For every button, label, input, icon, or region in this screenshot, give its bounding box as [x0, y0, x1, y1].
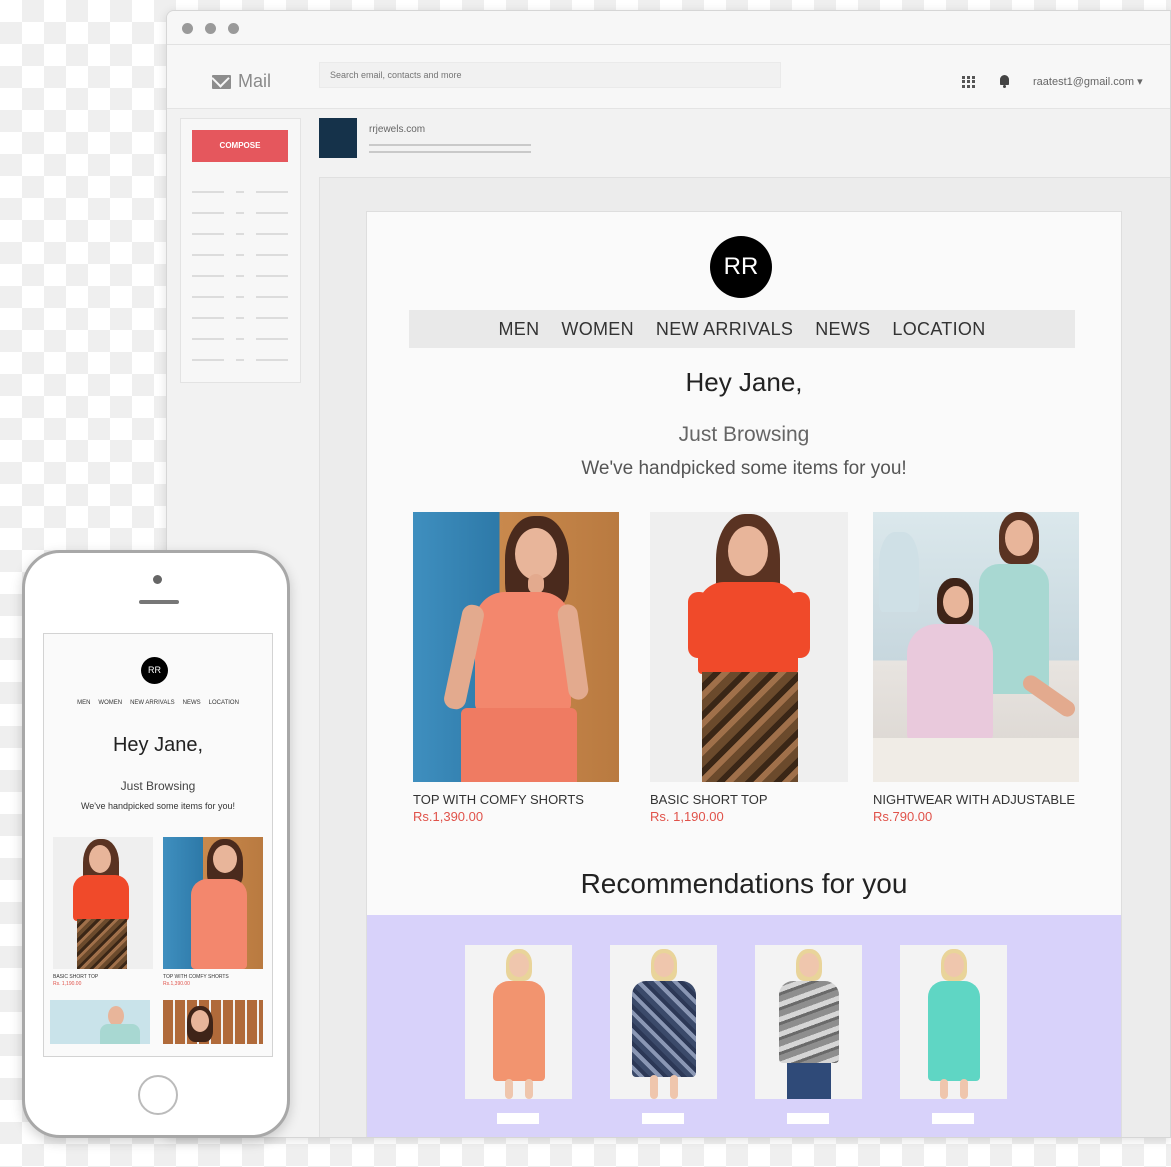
window-titlebar	[167, 11, 1170, 45]
mobile-product-image[interactable]	[163, 1000, 263, 1044]
sidebar-folder[interactable]	[192, 212, 288, 214]
phone-home-button[interactable]	[138, 1075, 178, 1115]
email-body: RR MEN WOMEN NEW ARRIVALS NEWS LOCATION …	[366, 211, 1122, 1137]
phone-mockup: RR MEN WOMEN NEW ARRIVALS NEWS LOCATION …	[22, 550, 290, 1138]
mail-header: Mail raatest1@gmail.com ▾	[167, 45, 1170, 109]
product-name[interactable]: TOP WITH COMFY SHORTS	[413, 792, 619, 807]
recommendation-label[interactable]	[642, 1113, 684, 1124]
browser-window: Mail raatest1@gmail.com ▾ COMPOSE rrjewe…	[166, 10, 1171, 1138]
mobile-product-price: Rs.1,390.00	[163, 981, 190, 987]
sidebar-folder[interactable]	[192, 338, 288, 340]
product-card[interactable]: TOP WITH COMFY SHORTS Rs.1,390.00	[413, 512, 619, 824]
window-control-dot[interactable]	[228, 23, 239, 34]
mobile-nav-item-men[interactable]: MEN	[77, 700, 90, 706]
product-card[interactable]: BASIC SHORT TOP Rs. 1,190.00	[650, 512, 848, 824]
mobile-nav-item-news[interactable]: NEWS	[183, 700, 201, 706]
recommendation-item[interactable]	[610, 945, 717, 1099]
account-menu[interactable]: raatest1@gmail.com ▾	[1033, 75, 1143, 88]
mobile-product-price: Rs. 1,190.00	[53, 981, 82, 987]
nav-item-women[interactable]: WOMEN	[561, 319, 634, 340]
recommendation-item[interactable]	[900, 945, 1007, 1099]
recommendations-band	[367, 915, 1121, 1137]
product-name[interactable]: NIGHTWEAR WITH ADJUSTABLE ...	[873, 792, 1079, 807]
product-image[interactable]	[650, 512, 848, 782]
mobile-product-name[interactable]: BASIC SHORT TOP	[53, 974, 98, 980]
window-control-dot[interactable]	[205, 23, 216, 34]
mobile-nav-item-new-arrivals[interactable]: NEW ARRIVALS	[130, 700, 175, 706]
brand-logo[interactable]: RR	[710, 236, 772, 298]
mobile-email-nav: MEN WOMEN NEW ARRIVALS NEWS LOCATION	[44, 700, 272, 706]
mobile-nav-item-location[interactable]: LOCATION	[209, 700, 239, 706]
product-name[interactable]: BASIC SHORT TOP	[650, 792, 848, 807]
sidebar-folder[interactable]	[192, 317, 288, 319]
mobile-subtitle: Just Browsing	[120, 779, 196, 793]
nav-item-men[interactable]: MEN	[499, 319, 540, 340]
recommendations-title: Recommendations for you	[580, 868, 908, 899]
mail-logo[interactable]: Mail	[212, 71, 271, 92]
nav-item-new-arrivals[interactable]: NEW ARRIVALS	[656, 319, 793, 340]
greeting: Hey Jane,	[685, 367, 803, 397]
mobile-product-name[interactable]: TOP WITH COMFY SHORTS	[163, 974, 229, 980]
mail-sidebar: COMPOSE	[180, 118, 301, 383]
recommendation-label[interactable]	[497, 1113, 539, 1124]
search-input[interactable]	[319, 62, 781, 88]
recommendation-item[interactable]	[755, 945, 862, 1099]
apps-grid-icon[interactable]	[962, 76, 975, 88]
phone-screen: RR MEN WOMEN NEW ARRIVALS NEWS LOCATION …	[43, 633, 273, 1057]
product-image[interactable]	[873, 512, 1079, 782]
recommendation-label[interactable]	[932, 1113, 974, 1124]
product-price: Rs.1,390.00	[413, 809, 484, 824]
recommendation-item[interactable]	[465, 945, 572, 1099]
mobile-product-image[interactable]	[50, 1000, 150, 1044]
sender-detail-line	[369, 151, 531, 153]
compose-button[interactable]: COMPOSE	[192, 130, 288, 162]
sender-detail-line	[369, 144, 531, 146]
nav-item-location[interactable]: LOCATION	[892, 319, 985, 340]
sidebar-folder[interactable]	[192, 359, 288, 361]
subtitle: Just Browsing	[678, 423, 810, 446]
product-price: Rs. 1,190.00	[650, 809, 724, 824]
mobile-brand-logo[interactable]: RR	[141, 657, 168, 684]
window-control-dot[interactable]	[182, 23, 193, 34]
sidebar-folder[interactable]	[192, 254, 288, 256]
sidebar-folder[interactable]	[192, 191, 288, 193]
email-nav: MEN WOMEN NEW ARRIVALS NEWS LOCATION	[409, 310, 1075, 348]
phone-camera	[153, 575, 162, 584]
bell-icon[interactable]	[999, 75, 1010, 88]
sidebar-folder[interactable]	[192, 275, 288, 277]
product-price: Rs.790.00	[873, 809, 933, 824]
nav-item-news[interactable]: NEWS	[815, 319, 870, 340]
product-card[interactable]: NIGHTWEAR WITH ADJUSTABLE ... Rs.790.00	[873, 512, 1079, 824]
mobile-nav-item-women[interactable]: WOMEN	[98, 700, 122, 706]
sender-avatar	[319, 118, 357, 158]
mobile-tagline: We've handpicked some items for you!	[80, 801, 236, 811]
sidebar-folder[interactable]	[192, 233, 288, 235]
mobile-product-image[interactable]	[163, 837, 263, 969]
mobile-product-image[interactable]	[53, 837, 153, 969]
mobile-greeting: Hey Jane,	[112, 734, 204, 756]
mail-app-name: Mail	[238, 71, 272, 91]
phone-speaker	[139, 600, 179, 604]
sender-name[interactable]: rrjewels.com	[369, 124, 425, 135]
sidebar-folder[interactable]	[192, 296, 288, 298]
envelope-icon	[212, 74, 231, 89]
product-image[interactable]	[413, 512, 619, 782]
tagline: We've handpicked some items for you!	[581, 458, 907, 479]
recommendation-label[interactable]	[787, 1113, 829, 1124]
